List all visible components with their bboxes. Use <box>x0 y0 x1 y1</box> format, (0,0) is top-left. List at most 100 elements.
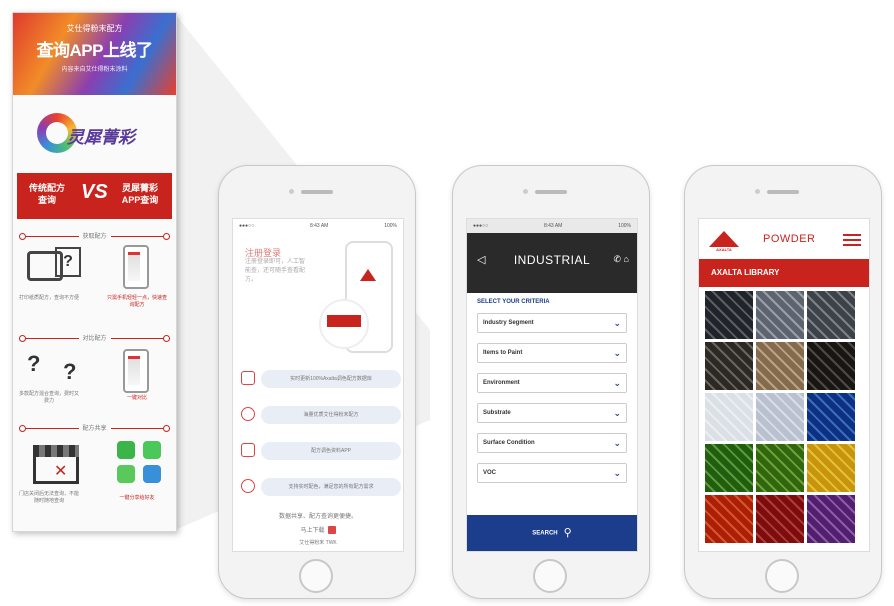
search-label: SEARCH <box>532 530 558 537</box>
select-items-to-paint[interactable]: Items to Paint ⌄ <box>477 343 627 363</box>
brand-logo: 灵犀菁彩 <box>13 95 176 173</box>
glasses-icon <box>241 479 255 493</box>
feature-option-4[interactable]: 支持实时配色，满足您的所有配方需求 <box>239 477 401 497</box>
color-swatch-tile[interactable] <box>807 393 855 441</box>
select-label: Surface Condition <box>483 440 535 446</box>
phone-home-icons[interactable]: ✆ ⌂ <box>614 254 629 265</box>
color-swatch-tile[interactable] <box>807 291 855 339</box>
caption-1-red: 只需手机轻轻一点，快速查询配方 <box>107 295 168 308</box>
feature-option-label: 配方调色资料APP <box>261 442 401 460</box>
download-arrow-icon <box>327 526 336 535</box>
color-swatch-tile[interactable] <box>705 495 753 543</box>
color-swatch-tile[interactable] <box>807 342 855 390</box>
compare-left: 传统配方查询 <box>28 183 65 205</box>
hero-line3: 内容来自艾仕得粉末涂料 <box>61 67 128 73</box>
section-title-1: 获取配方 <box>78 231 111 240</box>
select-label: Industry Segment <box>483 320 534 326</box>
phone-icon-2 <box>123 349 149 393</box>
banner-hero: 艾仕得粉末配方 查询APP上线了 内容来自艾仕得粉末涂料 <box>13 13 176 95</box>
wechat-icon <box>117 441 135 459</box>
select-voc[interactable]: VOC ⌄ <box>477 463 627 483</box>
feature-option-1[interactable]: 实时更新100%Axalta调色配方数据库 <box>239 369 401 389</box>
app-header: ◁ INDUSTRIAL ✆ ⌂ <box>467 233 637 293</box>
magnifier-bubble <box>319 299 369 349</box>
select-surface-condition[interactable]: Surface Condition ⌄ <box>477 433 627 453</box>
select-substrate[interactable]: Substrate ⌄ <box>477 403 627 423</box>
phone-call-icon <box>143 441 161 459</box>
intro-text: 注册登录 注册登录即可，人工智能查，还可随手查看配方。 <box>245 249 309 285</box>
color-swatch-tile[interactable] <box>705 393 753 441</box>
message-icon <box>117 465 135 483</box>
database-icon <box>241 371 255 385</box>
footer-text: 数据共享、配方查询更便捷。 <box>278 514 357 520</box>
library-banner: AXALTA LIBRARY <box>699 259 869 287</box>
hamburger-menu-icon[interactable] <box>843 234 861 246</box>
question-icon: ? <box>55 247 81 277</box>
select-label: Environment <box>483 380 520 386</box>
color-swatch-tile[interactable] <box>807 444 855 492</box>
signal-indicator: ●●●○○ <box>473 223 489 229</box>
chevron-down-icon: ⌄ <box>613 348 621 358</box>
home-button[interactable] <box>533 559 567 593</box>
feature-row-1: ? 打印纸质配方，查询不方便 只需手机轻轻一点，快速查询配方 <box>19 243 170 331</box>
cloud-icon <box>241 407 255 421</box>
color-swatch-tile[interactable] <box>756 444 804 492</box>
compare-banner: 传统配方查询 VS 灵犀菁彩APP查询 <box>17 173 172 219</box>
color-swatch-tile[interactable] <box>756 393 804 441</box>
phone-icon <box>123 245 149 289</box>
phone2-screen: ●●●○○ 8:43 AM 100% ◁ INDUSTRIAL ✆ ⌂ SELE… <box>466 218 638 552</box>
footer-brand: 艾仕得粉末 TWK <box>299 540 337 546</box>
status-bar: ●●●○○ 8:43 AM 100% <box>467 219 637 233</box>
color-swatch-tile[interactable] <box>756 495 804 543</box>
logo-text: 灵犀菁彩 <box>67 128 135 147</box>
speaker-grille <box>767 190 799 194</box>
feature-option-2[interactable]: 海量优质艾仕得粉末配方 <box>239 405 401 425</box>
phone3-screen: AXALTA POWDER AXALTA LIBRARY <box>698 218 870 552</box>
intro-body: 注册登录即可，人工智能查，还可随手查看配方。 <box>245 259 306 283</box>
chevron-down-icon: ⌄ <box>613 408 621 418</box>
hero-line2: 查询APP上线了 <box>36 41 153 60</box>
feature-row-2: ? ? 多款配方混合查询，费时又费力 一键对比 <box>19 345 170 421</box>
question-marks-icon-2: ? <box>63 359 77 384</box>
feature-row-3: ✕ 门店关闭后无法查询，不能随时随地查询 一键分享给好友 <box>19 435 170 523</box>
battery-indicator: 100% <box>384 223 397 229</box>
download-icon <box>241 443 255 457</box>
feature-option-3[interactable]: 配方调色资料APP <box>239 441 401 461</box>
caption-1: 打印纸质配方，查询不方便 <box>19 295 80 301</box>
color-swatch-tile[interactable] <box>705 444 753 492</box>
download-label: 马上下载 <box>300 528 325 534</box>
select-environment[interactable]: Environment ⌄ <box>477 373 627 393</box>
caption-2-red: 一键对比 <box>126 395 147 401</box>
magnifier-icon: ⚲ <box>563 527 572 539</box>
caption-3: 门店关闭后无法查询，不能随时随地查询 <box>19 491 80 504</box>
download-link[interactable]: 马上下载 <box>233 525 403 535</box>
logo-text: AXALTA <box>716 247 732 252</box>
axalta-logo: AXALTA <box>709 231 739 253</box>
axalta-logo-icon <box>709 231 739 247</box>
color-swatch-tile[interactable] <box>756 291 804 339</box>
color-swatch-tile[interactable] <box>705 342 753 390</box>
section-divider-1: 获取配方 <box>19 229 170 243</box>
search-button[interactable]: SEARCH ⚲ <box>467 515 637 551</box>
section-title-3: 配方共享 <box>78 423 111 432</box>
home-button[interactable] <box>299 559 333 593</box>
status-time: 8:43 AM <box>543 223 563 229</box>
compare-vs: VS <box>81 181 108 203</box>
criteria-label: SELECT YOUR CRITERIA <box>477 299 550 305</box>
color-swatch-tile[interactable] <box>807 495 855 543</box>
color-swatch-tile[interactable] <box>756 342 804 390</box>
select-label: VOC <box>483 470 497 476</box>
color-swatch-tile[interactable] <box>705 291 753 339</box>
promo-banner: 艾仕得粉末配方 查询APP上线了 内容来自艾仕得粉末涂料 灵犀菁彩 传统配方查询… <box>12 12 177 532</box>
select-industry-segment[interactable]: Industry Segment ⌄ <box>477 313 627 333</box>
phone1-screen: ●●●○○ 8:43 AM 100% 注册登录 注册登录即可，人工智能查，还可随… <box>232 218 404 552</box>
speaker-grille <box>535 190 567 194</box>
chevron-down-icon: ⌄ <box>613 378 621 388</box>
feature-option-label: 实时更新100%Axalta调色配方数据库 <box>261 370 401 388</box>
home-button[interactable] <box>765 559 799 593</box>
section-divider-2: 对比配方 <box>19 331 170 345</box>
hero-line1: 艾仕得粉末配方 <box>66 24 123 33</box>
chevron-down-icon: ⌄ <box>613 438 621 448</box>
status-time: 8:43 AM <box>309 223 329 229</box>
intro-heading: 注册登录 <box>245 248 282 258</box>
